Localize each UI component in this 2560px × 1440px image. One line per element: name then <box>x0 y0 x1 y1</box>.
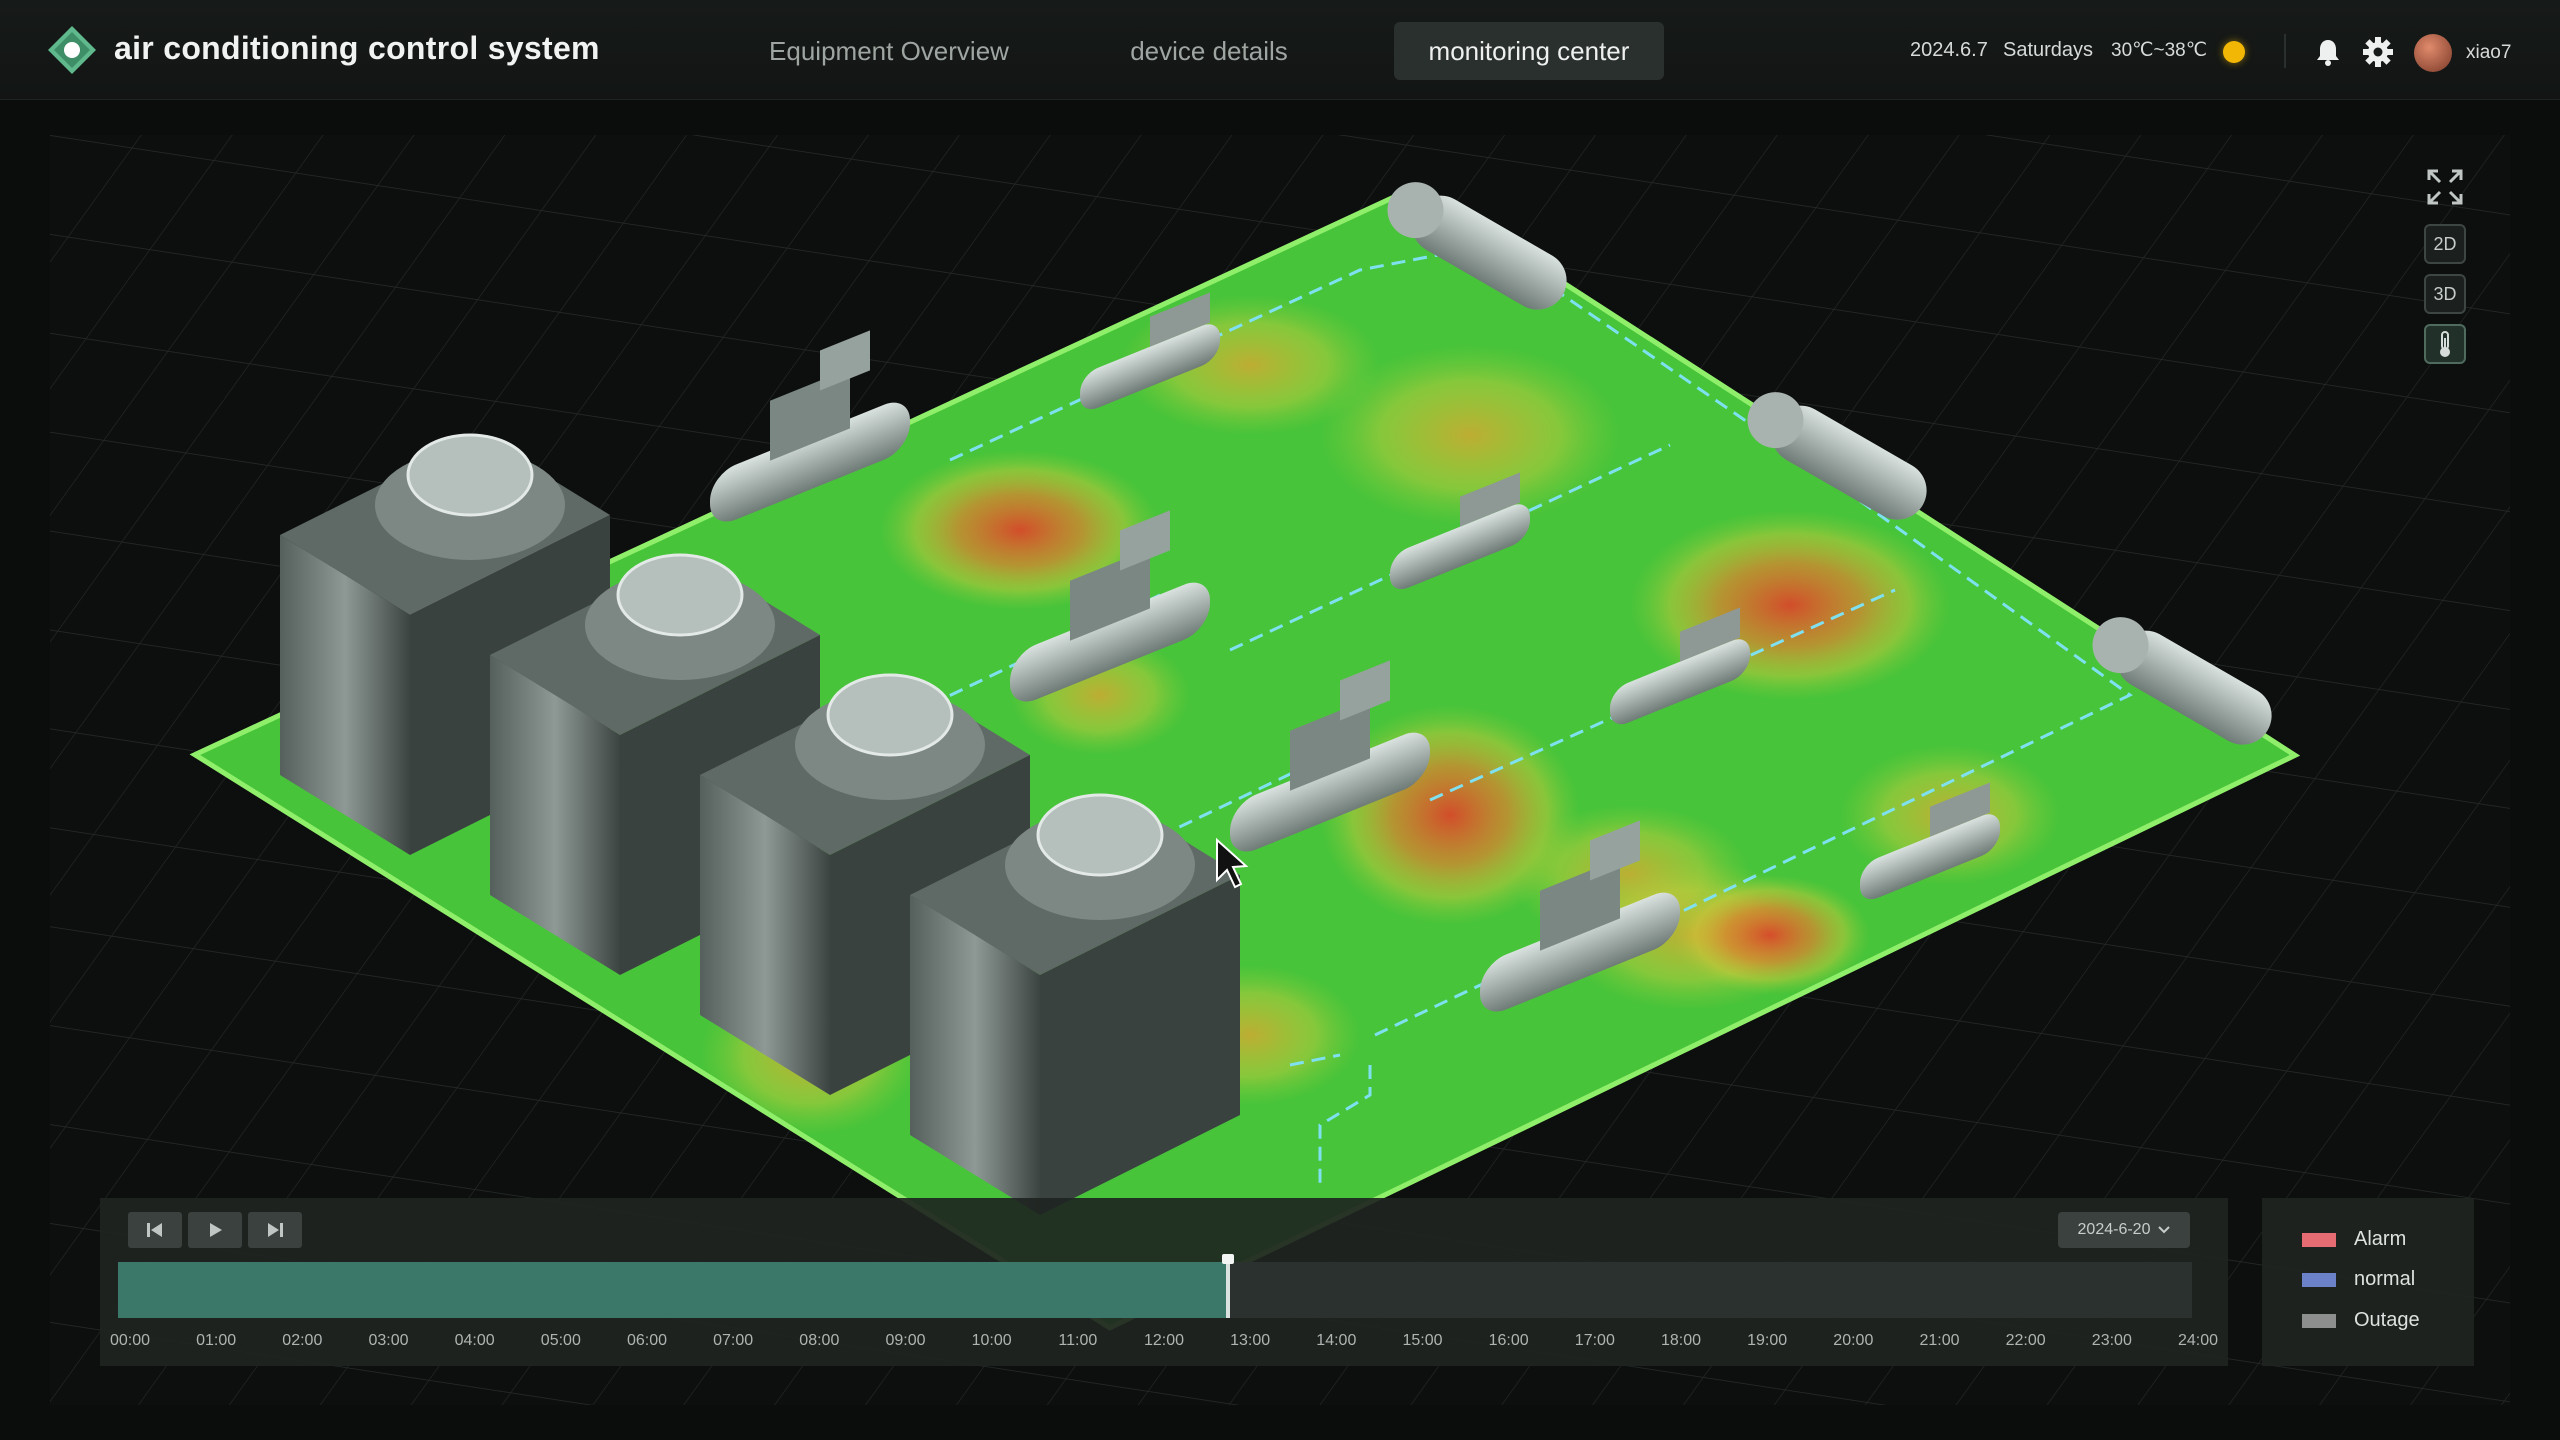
timeline-tick-label: 03:00 <box>368 1332 409 1349</box>
play-icon <box>210 1223 222 1237</box>
timeline-tick-label: 18:00 <box>1660 1332 1702 1349</box>
timeline-tick-label: 23:00 <box>2091 1332 2132 1349</box>
logo-icon <box>48 26 96 74</box>
timeline-tick-label: 01:00 <box>196 1332 237 1349</box>
gear-icon[interactable] <box>2362 36 2394 68</box>
timeline-tick-label: 15:00 <box>1402 1332 1443 1349</box>
username: xiao7 <box>2466 42 2512 63</box>
timeline-tick-label: 20:00 <box>1833 1332 1874 1349</box>
legend-swatch <box>2302 1313 2336 1328</box>
timeline-tick-label: 02:00 <box>282 1332 323 1349</box>
timeline-tick-label: 17:00 <box>1574 1332 1615 1349</box>
top-bar: air conditioning control system Equipmen… <box>0 0 2560 100</box>
status-legend: Alarm normal Outage <box>2262 1198 2474 1366</box>
date-select-value: 2024-6-20 <box>2077 1221 2151 1238</box>
timeline-tick-label: 06:00 <box>626 1332 668 1349</box>
chevron-down-icon <box>2158 1226 2171 1234</box>
timeline-tick-label: 05:00 <box>540 1332 581 1349</box>
tab-device-details[interactable]: device details <box>1066 22 1352 80</box>
timeline-tick-label: 19:00 <box>1747 1332 1788 1349</box>
timeline-tick-label: 09:00 <box>885 1332 926 1349</box>
legend-item-outage: Outage <box>2302 1309 2420 1332</box>
fullscreen-icon[interactable] <box>2426 168 2464 206</box>
timeline-tick-label: 14:00 <box>1316 1332 1357 1349</box>
date-text: 2024.6.7 <box>1910 38 1988 61</box>
divider <box>2284 34 2286 68</box>
bell-icon[interactable] <box>2312 36 2344 68</box>
timeline-tick-label: 07:00 <box>713 1332 754 1349</box>
timeline-progress <box>118 1262 1228 1318</box>
legend-item-normal: normal <box>2302 1268 2415 1291</box>
weekday-text: Saturdays <box>2003 38 2094 61</box>
date-select[interactable]: 2024-6-20 <box>2058 1212 2190 1248</box>
timeline-handle[interactable] <box>1221 1254 1234 1318</box>
timeline-tick-label: 08:00 <box>799 1332 840 1349</box>
play-button[interactable] <box>188 1212 242 1248</box>
timeline-track[interactable] <box>118 1254 2192 1318</box>
legend-label: Outage <box>2354 1309 2420 1331</box>
skip-forward-icon <box>268 1223 283 1237</box>
timeline-tick-label: 21:00 <box>1919 1332 1960 1349</box>
timeline-tick-label: 24:00 <box>2177 1332 2219 1349</box>
tab-monitoring-center[interactable]: monitoring center <box>1394 22 1664 80</box>
timeline-tick-label: 13:00 <box>1230 1332 1271 1349</box>
tab-equipment-overview[interactable]: Equipment Overview <box>746 22 1032 80</box>
timeline-panel: 2024-6-20 00:00 01:00 02:00 03:00 04:00 05:00… <box>100 1198 2228 1366</box>
legend-swatch <box>2302 1232 2336 1247</box>
heatmap-toggle-button[interactable] <box>2424 324 2466 364</box>
legend-swatch <box>2302 1272 2336 1287</box>
skip-forward-button[interactable] <box>248 1212 302 1248</box>
timeline-tick-label: 16:00 <box>1488 1332 1529 1349</box>
timeline-tick-label: 04:00 <box>454 1332 495 1349</box>
skip-back-button[interactable] <box>128 1212 182 1248</box>
thermometer-icon <box>2440 331 2450 357</box>
timeline-tick-label: 22:00 <box>2005 1332 2046 1349</box>
timeline-tick-label: 10:00 <box>971 1332 1012 1349</box>
view-2d-button[interactable]: 2D <box>2424 224 2466 264</box>
legend-item-alarm: Alarm <box>2302 1228 2406 1251</box>
legend-label: normal <box>2354 1268 2416 1290</box>
temperature-range: 30℃~38℃ <box>2111 39 2208 61</box>
sun-icon <box>2223 41 2245 63</box>
view-3d-button[interactable]: 3D <box>2424 274 2466 314</box>
skip-back-icon <box>147 1223 162 1237</box>
timeline-tick-label: 12:00 <box>1143 1332 1185 1349</box>
timeline-tick-label: 00:00 <box>109 1332 151 1349</box>
timeline-tick-label: 11:00 <box>1058 1332 1098 1349</box>
app-title: air conditioning control system <box>114 30 600 66</box>
legend-label: Alarm <box>2354 1228 2407 1250</box>
avatar[interactable] <box>2414 34 2452 72</box>
